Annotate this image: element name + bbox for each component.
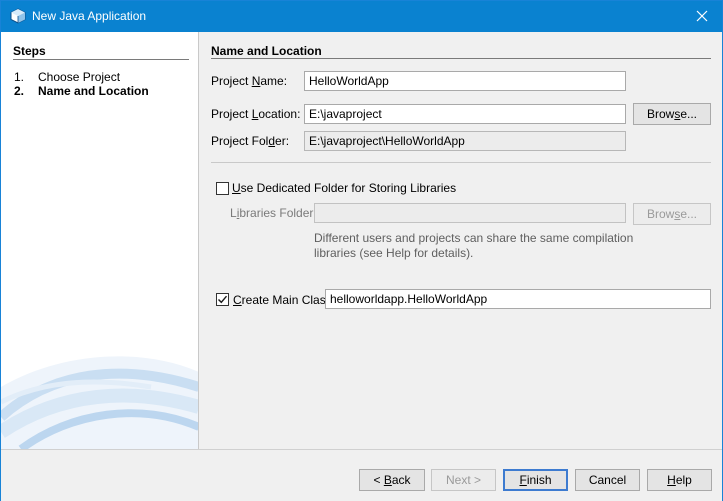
step-number: 2. — [14, 84, 25, 98]
main-class-input[interactable]: helloworldapp.HelloWorldApp — [325, 289, 711, 309]
dedicated-folder-checkbox[interactable] — [216, 182, 229, 195]
project-folder-field: E:\javaproject\HelloWorldApp — [304, 131, 626, 151]
cancel-button[interactable]: Cancel — [575, 469, 640, 491]
decorative-swoosh-graphic — [1, 356, 198, 449]
help-button[interactable]: Help — [647, 469, 712, 491]
window-title: New Java Application — [32, 9, 147, 23]
create-main-class-label[interactable]: Create Main Class — [233, 293, 332, 307]
next-button[interactable]: Next > — [431, 469, 496, 491]
step-item-choose-project: 1. Choose Project — [14, 70, 120, 84]
dedicated-folder-label[interactable]: Use Dedicated Folder for Storing Librari… — [232, 181, 456, 195]
close-button[interactable] — [682, 1, 722, 31]
project-name-label: Project Name: — [211, 74, 288, 88]
step-number: 1. — [14, 70, 25, 84]
section-divider — [211, 58, 711, 59]
create-main-class-checkbox[interactable] — [216, 293, 229, 306]
separator — [211, 162, 711, 163]
new-java-application-dialog: New Java Application Steps 1. Choose Proj… — [0, 0, 723, 501]
checkmark-icon — [218, 295, 228, 304]
wizard-button-bar: < Back Next > Finish Cancel Help — [1, 449, 722, 501]
step-label: Name and Location — [38, 84, 149, 98]
browse-libraries-button[interactable]: Browse... — [633, 203, 711, 225]
steps-title: Steps — [13, 44, 46, 58]
steps-panel: Steps 1. Choose Project 2. Name and Locati… — [1, 32, 199, 449]
step-item-name-and-location: 2. Name and Location — [14, 84, 149, 98]
project-name-input[interactable]: HelloWorldApp — [304, 71, 626, 91]
project-folder-label: Project Folder: — [211, 134, 290, 148]
project-location-input[interactable]: E:\javaproject — [304, 104, 626, 124]
finish-button[interactable]: Finish — [503, 469, 568, 491]
section-title: Name and Location — [211, 44, 322, 58]
steps-divider — [13, 59, 189, 60]
step-label: Choose Project — [38, 70, 121, 84]
content-panel: Name and Location Project Name: HelloWor… — [200, 32, 722, 449]
title-bar[interactable]: New Java Application — [1, 1, 722, 32]
back-button[interactable]: < Back — [359, 469, 425, 491]
close-icon — [696, 10, 708, 22]
java-cube-icon — [10, 8, 26, 24]
libraries-help-text: Different users and projects can share t… — [314, 231, 634, 260]
libraries-folder-input[interactable] — [314, 203, 626, 223]
project-location-label: Project Location: — [211, 107, 301, 121]
browse-location-button[interactable]: Browse... — [633, 103, 711, 125]
libraries-folder-label: Libraries Folder: — [230, 206, 317, 220]
